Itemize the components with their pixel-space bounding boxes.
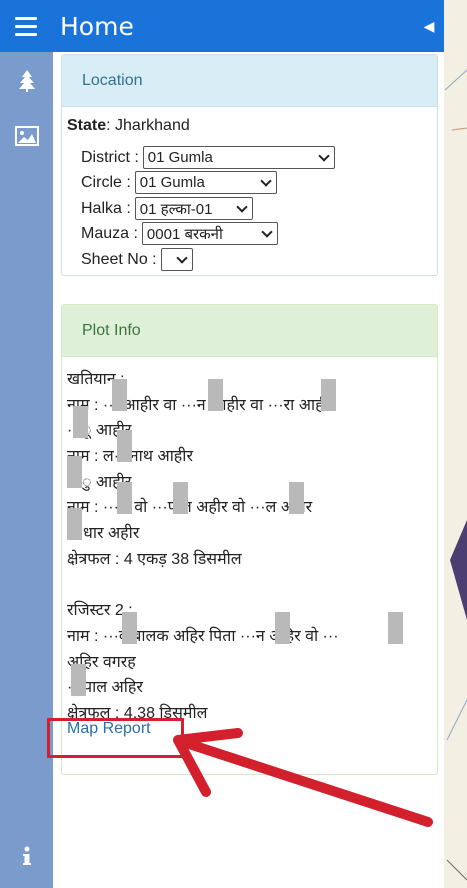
plot-info-line: रजिस्टर 2 : [67, 602, 133, 620]
halka-row: Halka : 01 हल्का-01 [81, 197, 253, 220]
collapse-left-icon[interactable]: ◀ [414, 0, 444, 52]
sheet-row: Sheet No : [81, 248, 193, 271]
halka-select[interactable]: 01 हल्का-01 [134, 197, 253, 220]
redaction-block [122, 612, 137, 644]
redaction-block [73, 406, 88, 438]
halka-selected: 01 हल्का-01 [139, 200, 213, 218]
chevron-down-icon [260, 174, 272, 187]
sheet-label: Sheet No : [81, 250, 157, 268]
halka-label: Halka : [81, 199, 131, 217]
circle-selected: 01 Gumla [139, 174, 205, 191]
redaction-block [289, 482, 304, 514]
chevron-down-icon [318, 149, 330, 162]
plot-info-line: अहिर वगरह [67, 653, 136, 671]
plot-info-line: नाम : ···व बालक अहिर पिता ···न अहिर वो ·… [67, 627, 339, 645]
redaction-block [117, 430, 132, 462]
redaction-block [117, 482, 132, 514]
redaction-block [71, 664, 86, 696]
mauza-selected: 0001 बरकनी [146, 225, 223, 243]
app-header: Home ◀ [0, 0, 444, 52]
sidebar-tabs [0, 52, 53, 888]
plot-info-line: ···धार अहीर [67, 525, 140, 543]
mauza-select[interactable]: 0001 बरकनी [141, 222, 278, 245]
circle-row: Circle : 01 Gumla [81, 171, 277, 194]
location-card: Location State: Jharkhand District : 01 … [61, 54, 438, 276]
district-select[interactable]: 01 Gumla [142, 146, 335, 169]
state-label: State [67, 117, 107, 134]
redaction-block [67, 508, 82, 540]
state-value: : Jharkhand [106, 117, 190, 134]
redaction-block [321, 379, 336, 411]
mauza-row: Mauza : 0001 बरकनी [81, 222, 278, 245]
district-label: District : [81, 148, 139, 166]
district-row: District : 01 Gumla [81, 146, 335, 169]
mauza-label: Mauza : [81, 224, 138, 242]
info-icon[interactable] [0, 846, 53, 866]
redaction-block [173, 482, 188, 514]
circle-select[interactable]: 01 Gumla [134, 171, 277, 194]
redaction-block [208, 379, 223, 411]
plot-info-line: क्षेत्रफल : 4 एकड़ 38 डिसमील [67, 550, 242, 568]
state-line: State: Jharkhand [67, 117, 190, 135]
side-panel: Location State: Jharkhand District : 01 … [53, 52, 444, 888]
redaction-block [388, 612, 403, 644]
plot-info-line: ···पाल अहिर [67, 679, 143, 697]
plot-info-heading: Plot Info [62, 305, 437, 357]
tree-icon[interactable] [0, 70, 53, 92]
plot-info-spacer [67, 573, 417, 599]
redaction-block [275, 612, 290, 644]
plot-info-body: खतियान : नाम : ··· आहीर वा ···न आहीर वा ·… [67, 367, 417, 727]
sheet-select[interactable] [160, 248, 193, 271]
redaction-block [67, 456, 82, 488]
chevron-down-icon [261, 225, 273, 238]
district-selected: 01 Gumla [147, 149, 213, 166]
circle-label: Circle : [81, 173, 131, 191]
plot-info-card: Plot Info खतियान : नाम : ··· आहीर वा ···न… [61, 304, 438, 775]
annotation-highlight-box [47, 718, 184, 758]
redaction-block [112, 379, 127, 411]
chevron-down-icon [236, 200, 248, 213]
location-heading: Location [62, 55, 437, 107]
chevron-down-icon [175, 251, 188, 264]
page-title: Home [60, 11, 134, 41]
menu-icon[interactable] [0, 0, 52, 52]
image-icon[interactable] [0, 126, 53, 146]
